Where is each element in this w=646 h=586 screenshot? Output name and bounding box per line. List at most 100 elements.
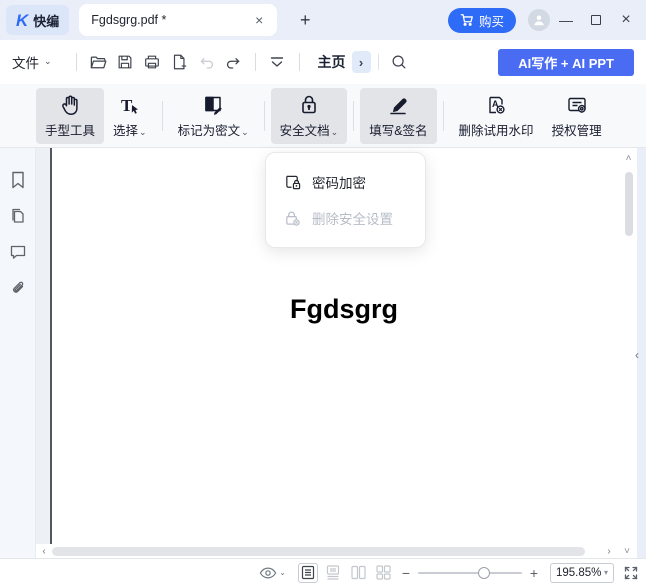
page-plus-icon	[170, 53, 188, 71]
home-next-button[interactable]: ›	[352, 51, 371, 73]
toolbar-separator	[162, 101, 163, 131]
buy-button[interactable]: 购买	[448, 8, 516, 33]
tool-select[interactable]: T 选择⌄	[104, 88, 156, 144]
horizontal-scroll-thumb[interactable]	[52, 547, 585, 556]
maximize-button[interactable]	[582, 6, 610, 34]
pages-panel-button[interactable]	[8, 206, 28, 226]
zoom-out-button[interactable]: −	[398, 565, 414, 581]
folder-icon	[89, 53, 108, 72]
facing-mode-button[interactable]	[348, 563, 368, 583]
zoom-slider[interactable]	[418, 566, 522, 580]
titlebar: K 快编 Fgdsgrg.pdf * × + 购买 — ×	[0, 0, 646, 40]
pages-icon	[9, 207, 27, 225]
file-menu[interactable]: 文件 ⌄	[12, 52, 52, 72]
menu-item-label: 删除安全设置	[312, 208, 393, 228]
comments-panel-button[interactable]	[8, 242, 28, 262]
comment-icon	[9, 243, 27, 261]
scroll-right-arrow[interactable]: ›	[601, 546, 617, 557]
single-page-icon	[301, 565, 315, 580]
menu-item-password-encrypt[interactable]: 密码加密	[266, 164, 425, 200]
tool-hand[interactable]: 手型工具	[36, 88, 104, 144]
tool-remove-watermark[interactable]: A 删除试用水印	[450, 88, 543, 144]
redact-doc-icon	[201, 93, 225, 117]
cart-icon	[460, 13, 474, 27]
tool-label: 填写&签名	[369, 120, 427, 139]
save-button[interactable]	[112, 49, 139, 76]
print-button[interactable]	[139, 49, 166, 76]
tool-redact[interactable]: 标记为密文⌄	[169, 88, 258, 144]
single-page-mode-button[interactable]	[298, 563, 318, 583]
menubar: 文件 ⌄	[0, 40, 646, 84]
tool-label: 删除试用水印	[459, 120, 534, 139]
ai-writer-button[interactable]: AI写作 + AI PPT	[498, 49, 634, 76]
bookmarks-panel-button[interactable]	[8, 170, 28, 190]
menu-item-remove-security[interactable]: 删除安全设置	[266, 200, 425, 236]
person-icon	[532, 13, 546, 27]
minimize-button[interactable]: —	[552, 6, 580, 34]
vertical-scrollbar[interactable]: ˄	[620, 148, 637, 544]
buy-label: 购买	[479, 11, 504, 30]
tool-label: 标记为密文⌄	[178, 120, 249, 139]
page-text[interactable]: Fgdsgrg	[290, 294, 398, 325]
chevron-down-icon: ⌄	[279, 568, 286, 577]
collapse-toolbar-button[interactable]	[264, 49, 291, 76]
vertical-scroll-thumb[interactable]	[625, 172, 633, 236]
document-tab[interactable]: Fgdsgrg.pdf * ×	[79, 4, 277, 36]
left-panel-sidebar	[0, 148, 36, 544]
hand-icon	[58, 93, 82, 117]
menubar-thin-separator	[378, 54, 379, 70]
zoom-in-button[interactable]: +	[526, 565, 542, 581]
new-tab-button[interactable]: +	[293, 10, 317, 31]
svg-text:T: T	[121, 96, 133, 115]
menubar-separator	[299, 53, 300, 71]
redo-icon	[225, 54, 242, 71]
redo-button[interactable]	[220, 49, 247, 76]
toolbar-separator	[264, 101, 265, 131]
text-select-icon: T	[118, 93, 142, 117]
app-window: K 快编 Fgdsgrg.pdf * × + 购买 — × 文件 ⌄	[0, 0, 646, 586]
continuous-mode-button[interactable]	[323, 563, 343, 583]
search-icon	[390, 53, 408, 71]
add-page-button[interactable]	[166, 49, 193, 76]
tool-label: 安全文档⌄	[280, 120, 339, 139]
collapse-chevron-icon	[269, 55, 285, 69]
scroll-up-arrow[interactable]: ˄	[620, 148, 637, 164]
app-logo[interactable]: K 快编	[6, 5, 69, 35]
watermark-remove-icon: A	[484, 93, 508, 117]
tool-license-management[interactable]: 授权管理	[543, 88, 611, 144]
home-tab-label[interactable]: 主页	[318, 52, 346, 72]
expand-icon	[624, 566, 638, 580]
printer-icon	[143, 53, 161, 71]
tab-close-icon[interactable]: ×	[253, 12, 265, 28]
close-window-button[interactable]: ×	[612, 6, 640, 34]
chevron-down-icon: ⌄	[44, 56, 52, 67]
view-mode-button[interactable]: ⌄	[259, 566, 286, 580]
attachments-panel-button[interactable]	[8, 278, 28, 298]
zoom-slider-handle[interactable]	[478, 567, 490, 579]
chevron-down-icon: ⌄	[241, 127, 249, 138]
scroll-left-arrow[interactable]: ‹	[36, 546, 52, 557]
menu-item-label: 密码加密	[312, 172, 366, 192]
scroll-down-arrow[interactable]: ˅	[617, 546, 637, 557]
marker-pen-icon	[386, 93, 410, 117]
zoom-level-select[interactable]: 195.85% ▾	[550, 563, 614, 583]
zoom-slider-track	[418, 572, 522, 574]
sidebar-stub	[0, 544, 36, 558]
paperclip-icon	[9, 279, 27, 297]
tool-label: 手型工具	[45, 120, 95, 139]
statusbar: ⌄ − + 195.85% ▾	[0, 558, 646, 586]
menubar-separator	[76, 53, 77, 71]
fullscreen-button[interactable]	[624, 566, 638, 580]
bookmark-icon	[10, 171, 26, 189]
tool-label: 选择⌄	[113, 120, 147, 139]
open-file-button[interactable]	[85, 49, 112, 76]
file-menu-label: 文件	[12, 52, 39, 72]
user-avatar[interactable]	[528, 9, 550, 31]
search-button[interactable]	[386, 49, 413, 76]
tool-secure-document[interactable]: 安全文档⌄	[271, 88, 348, 144]
horizontal-scroll-track[interactable]	[52, 544, 601, 558]
tool-fill-sign[interactable]: 填写&签名	[360, 88, 436, 144]
right-panel-toggle[interactable]: ‹	[635, 348, 639, 362]
grid-mode-button[interactable]	[373, 563, 393, 583]
undo-button[interactable]	[193, 49, 220, 76]
